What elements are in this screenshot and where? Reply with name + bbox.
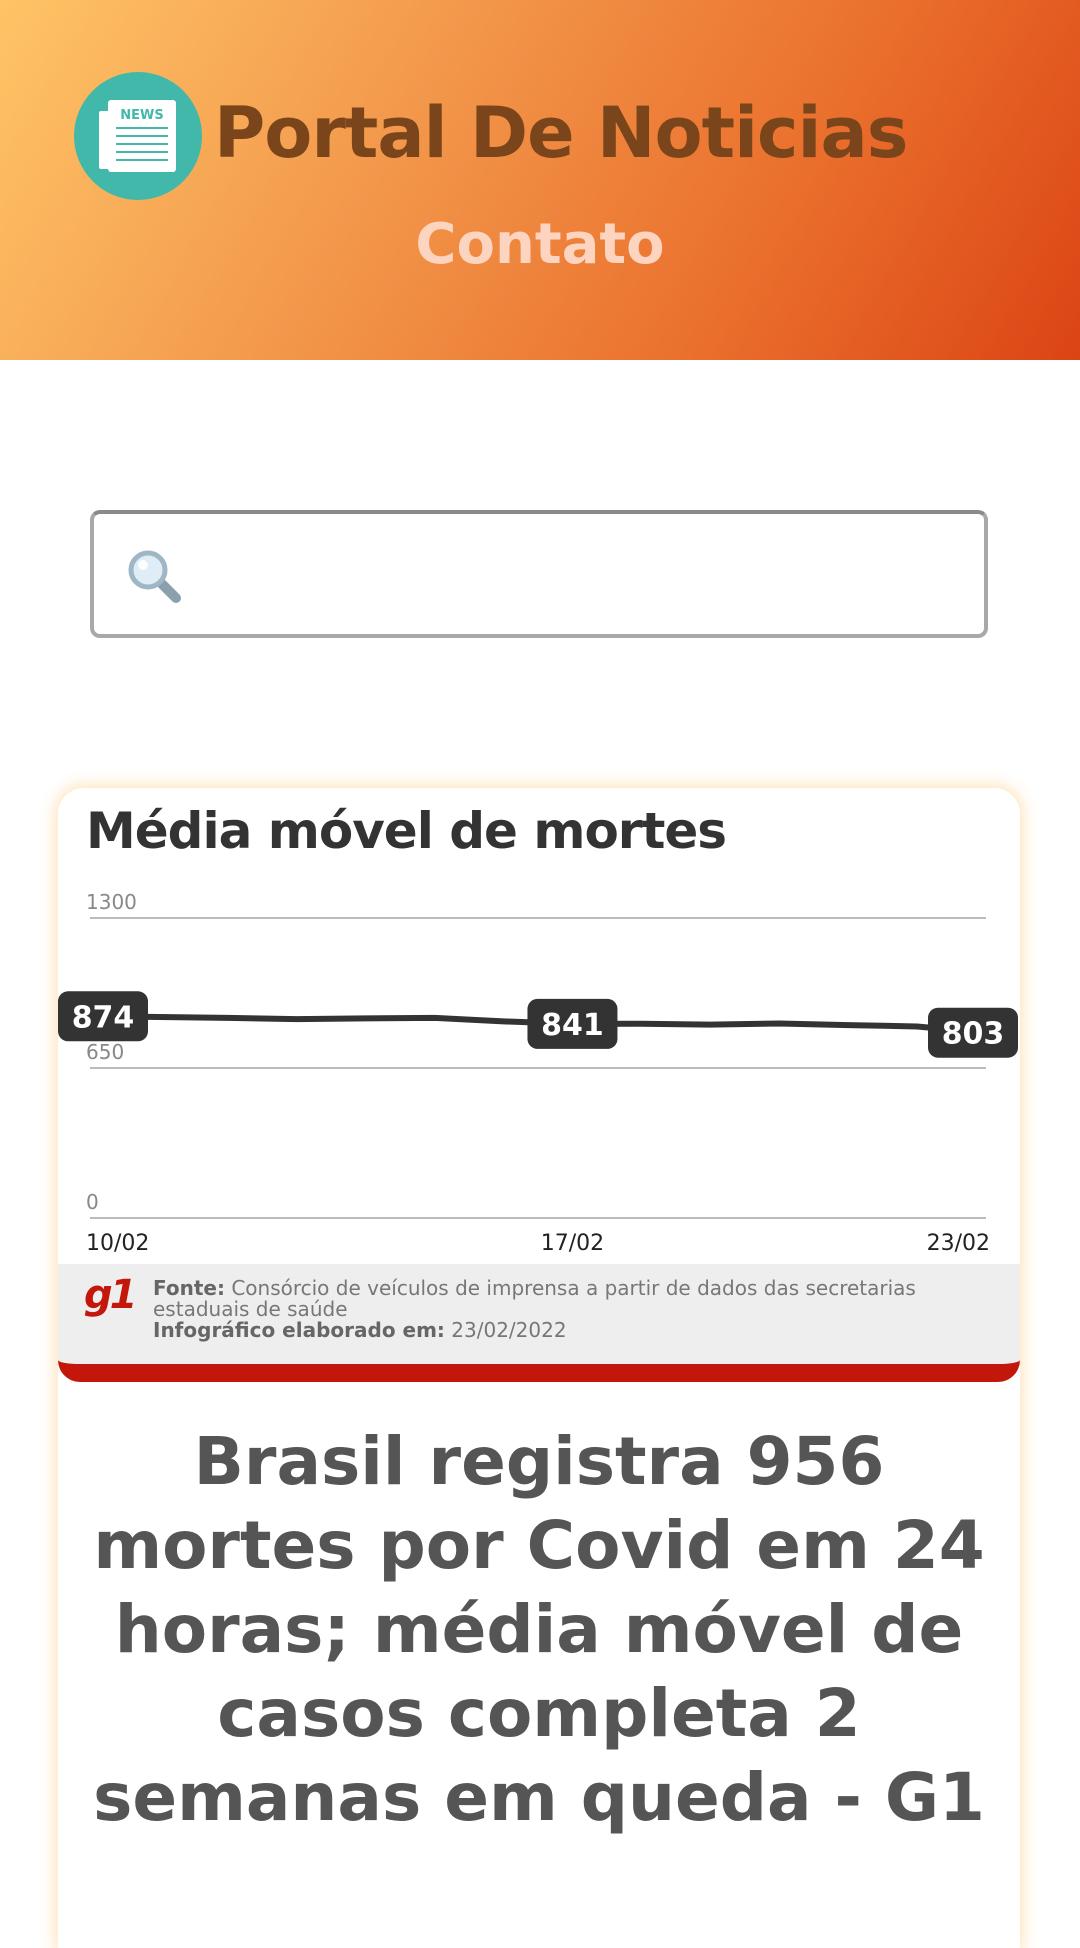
line-chart: 0 650 1300 10/02 17/02 23/02 874 841 803 [58, 890, 1018, 1256]
search-icon [126, 548, 186, 612]
elaborated-label: Infográfico elaborado em: [153, 1318, 445, 1342]
y-tick-label: 1300 [86, 890, 137, 914]
elaborated-date: 23/02/2022 [451, 1318, 567, 1342]
news-logo-icon[interactable]: NEWS [74, 72, 202, 200]
g1-logo: g1 [84, 1272, 137, 1318]
search-input[interactable] [204, 534, 968, 616]
site-header: NEWS Portal De Noticias Contato [0, 0, 1080, 360]
x-tick-label: 23/02 [927, 1231, 990, 1256]
article-headline[interactable]: Brasil registra 956 mortes por Covid em … [58, 1420, 1020, 1840]
data-label: 874 [72, 1000, 135, 1035]
data-label: 803 [942, 1017, 1005, 1052]
search-bar[interactable] [90, 510, 988, 638]
y-tick-label: 650 [86, 1040, 124, 1064]
y-tick-label: 0 [86, 1190, 99, 1214]
x-tick-label: 17/02 [541, 1231, 604, 1256]
data-label: 841 [541, 1008, 604, 1043]
nav-link-contato[interactable]: Contato [0, 212, 1080, 277]
source-value: Consórcio de veículos de imprensa a part… [153, 1276, 916, 1321]
chart-image: Média móvel de mortes 0 650 1300 10/02 17/02… [58, 788, 1020, 1382]
chart-source-text: Fonte: Consórcio de veículos de imprensa… [153, 1278, 983, 1341]
site-title[interactable]: Portal De Noticias [214, 92, 908, 174]
x-tick-label: 10/02 [86, 1231, 149, 1256]
logo-news-label: NEWS [120, 108, 163, 123]
news-card[interactable]: Média móvel de mortes 0 650 1300 10/02 17/02… [58, 788, 1020, 1948]
chart-source-box: g1 Fonte: Consórcio de veículos de impre… [58, 1264, 1020, 1382]
